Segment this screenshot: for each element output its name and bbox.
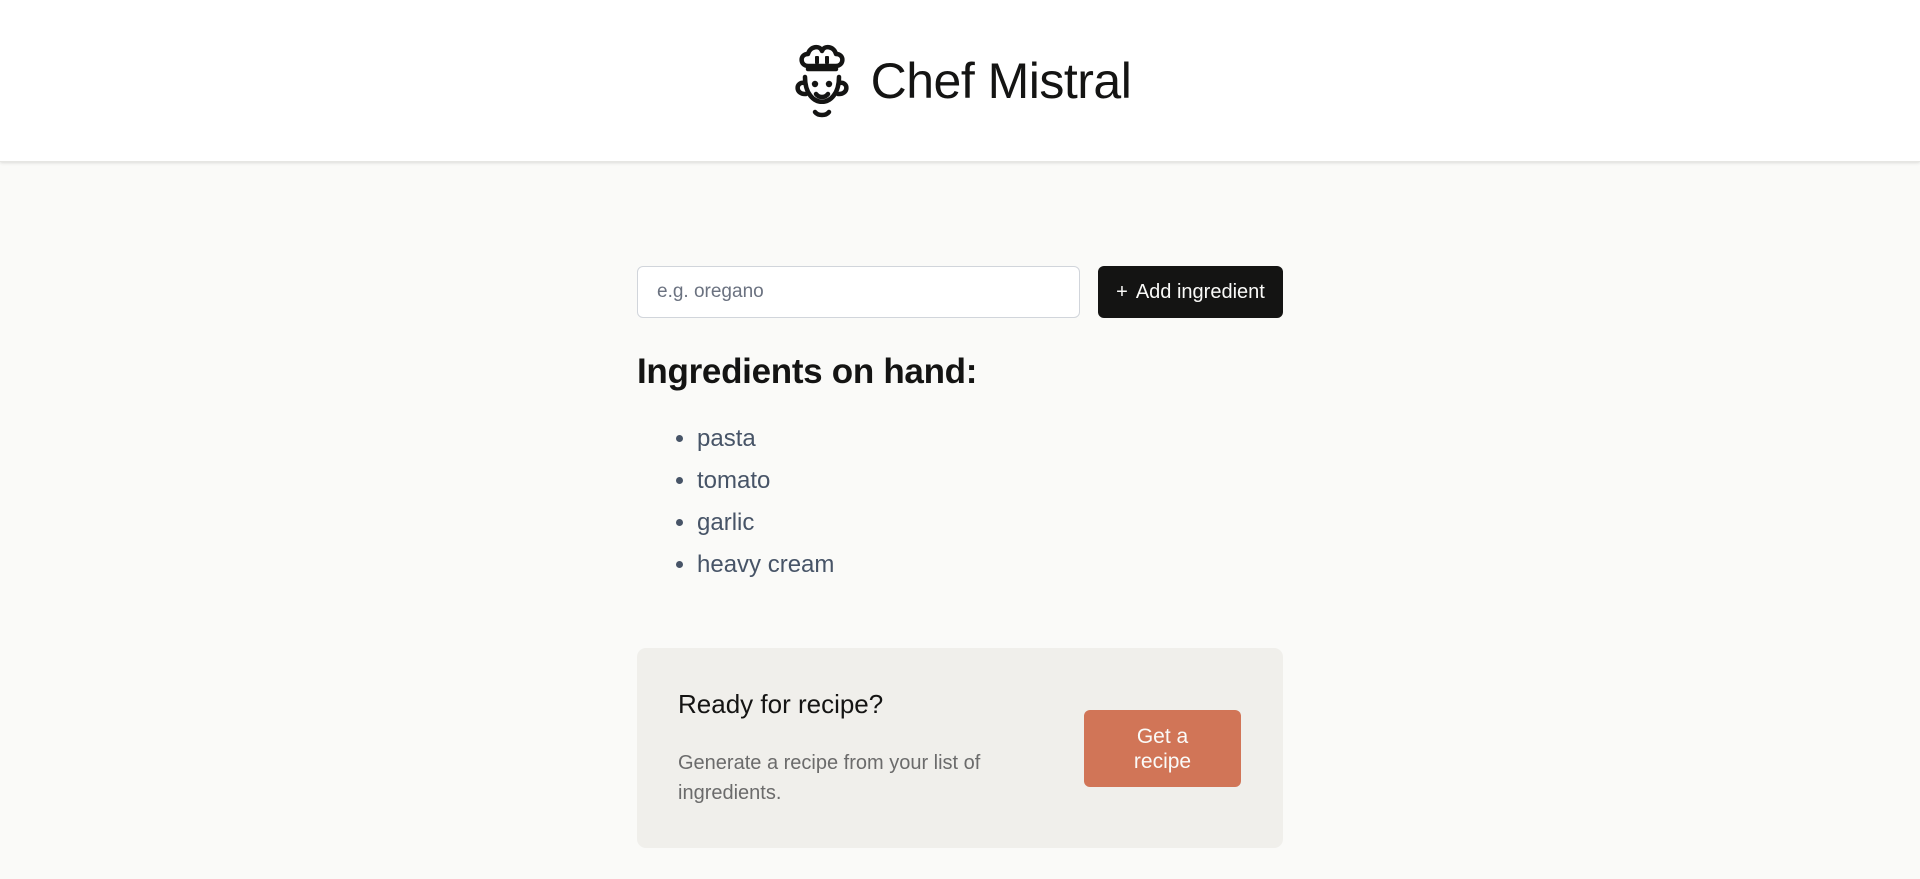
ingredients-title: Ingredients on hand: xyxy=(637,352,978,391)
add-ingredient-button[interactable]: + Add ingredient xyxy=(1098,266,1283,318)
plus-icon: + xyxy=(1116,280,1128,303)
list-item: tomato xyxy=(697,460,1283,502)
get-recipe-card: Ready for recipe? Generate a recipe from… xyxy=(637,648,1283,848)
app-header: Chef Mistral xyxy=(0,0,1920,162)
recipe-card-title: Ready for recipe? xyxy=(678,689,884,719)
ingredient-input[interactable] xyxy=(637,266,1080,318)
chef-face-icon xyxy=(795,44,849,117)
list-item: pasta xyxy=(697,418,1283,460)
add-ingredient-form: + Add ingredient xyxy=(637,266,1283,318)
recipe-card-text: Ready for recipe? Generate a recipe from… xyxy=(678,689,1058,848)
list-item: garlic xyxy=(697,502,1283,544)
app-title: Chef Mistral xyxy=(870,52,1132,109)
add-ingredient-label: Add ingredient xyxy=(1135,280,1265,303)
get-recipe-button[interactable]: Get a recipe xyxy=(1084,710,1241,787)
main-content: + Add ingredient Ingredients on hand: pa… xyxy=(637,266,1283,848)
ingredients-section: Ingredients on hand: pasta tomato garlic… xyxy=(637,352,1283,586)
recipe-card-description: Generate a recipe from your list of ingr… xyxy=(678,752,981,804)
list-item: heavy cream xyxy=(697,544,1283,586)
ingredients-list: pasta tomato garlic heavy cream xyxy=(637,418,1283,586)
